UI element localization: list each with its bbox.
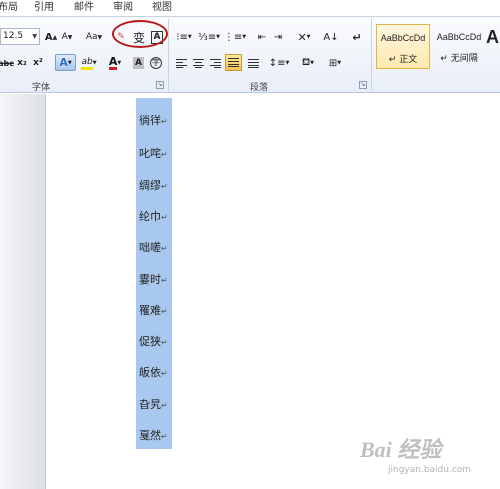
group-divider — [168, 19, 169, 91]
group-divider — [371, 19, 372, 91]
shading-button[interactable]: ⛾ ▼ — [297, 55, 319, 71]
distributed-button[interactable] — [246, 55, 261, 71]
indent-icon: ⇥ — [273, 31, 283, 43]
align-center-button[interactable] — [191, 55, 206, 71]
align-right-button[interactable] — [208, 55, 223, 71]
tab-view[interactable]: 视图 — [152, 1, 172, 15]
subscript-button[interactable]: x₂ — [16, 55, 28, 71]
justify-button[interactable] — [225, 54, 242, 71]
document-line: 叱咤↵ — [139, 147, 168, 160]
style-name: ↵ 正文 — [388, 55, 418, 65]
font-color-button[interactable]: A ▼ — [106, 55, 124, 71]
document-line: 戛然↵ — [139, 429, 168, 442]
enclose-characters-button[interactable]: 字 — [149, 55, 163, 71]
border-icon: ⊞ — [328, 57, 338, 69]
paragraph-dialog-launcher[interactable]: ↘ — [359, 81, 367, 89]
document-line: 罹难↵ — [139, 304, 168, 317]
character-shading-button[interactable]: A — [132, 55, 145, 71]
document-line: 咄嗟↵ — [139, 241, 168, 254]
grow-font-button[interactable]: A ▲ — [44, 29, 58, 45]
sort-icon: A↓ — [323, 31, 339, 43]
style-heading[interactable]: A — [486, 24, 500, 69]
document-line: 促狭↵ — [139, 335, 168, 348]
multilevel-list-icon: ⋮≡ — [223, 31, 243, 43]
style-no-spacing[interactable]: AaBbCcDd ↵ 无间隔 — [432, 24, 486, 69]
distributed-icon — [248, 58, 259, 68]
style-name: ↵ 无间隔 — [440, 54, 478, 64]
increase-indent-button[interactable]: ⇥ — [271, 29, 285, 45]
numbering-button[interactable]: ⅓≡ ▼ — [198, 29, 220, 45]
align-right-icon — [210, 58, 221, 68]
align-center-icon — [193, 58, 204, 68]
sort-button[interactable]: A↓ — [323, 29, 339, 45]
watermark-logo: Bai 经验 jingyan.baidu.com — [360, 437, 472, 475]
paint-bucket-icon: ⛾ — [301, 56, 311, 68]
highlight-color-button[interactable]: ab ▼ — [80, 55, 98, 71]
ribbon: 12.5 ▼ A ▲ A ▼ Aa ▼ ✎ 变 A abc x₂ x² A ▼ ab ▼ … — [0, 17, 500, 93]
strikethrough-button[interactable]: abc — [0, 55, 14, 71]
change-case-button[interactable]: Aa ▼ — [84, 29, 104, 45]
document-line: 绸缪↵ — [139, 179, 168, 192]
bullet-list-icon: ⁝≡ — [176, 31, 188, 43]
tab-mailings[interactable]: 邮件 — [74, 1, 94, 15]
line-spacing-icon: ↕≡ — [268, 57, 286, 69]
pilcrow-icon: ↵ — [352, 30, 362, 44]
document-line: 纶巾↵ — [139, 210, 168, 223]
chevron-down-icon: ▼ — [32, 33, 37, 40]
multilevel-list-button[interactable]: ⋮≡ ▼ — [224, 29, 246, 45]
font-size-value: 12.5 — [3, 31, 24, 41]
shrink-font-button[interactable]: A ▼ — [60, 29, 74, 45]
document-line: 皈依↵ — [139, 366, 168, 379]
document-line: 徜徉↵ — [139, 114, 168, 127]
font-dialog-launcher[interactable]: ↘ — [156, 81, 164, 89]
tab-layout[interactable]: 布局 — [0, 1, 18, 15]
paragraph-group-label: 段落 — [250, 83, 269, 93]
align-left-icon — [176, 58, 187, 68]
borders-button[interactable]: ⊞ ▼ — [324, 55, 346, 71]
line-spacing-button[interactable]: ↕≡ ▼ — [268, 55, 290, 71]
annotation-ellipse — [112, 20, 168, 48]
align-left-button[interactable] — [174, 55, 189, 71]
text-effects-button[interactable]: A ▼ — [55, 54, 76, 71]
document-line: 霎时↵ — [139, 273, 168, 286]
numbered-list-icon: ⅓≡ — [198, 31, 217, 43]
font-group-label: 字体 — [32, 83, 51, 93]
chinese-layout-button[interactable]: ✕ ▼ — [293, 29, 315, 45]
document-line: 旮旯↵ — [139, 398, 168, 411]
tab-review[interactable]: 审阅 — [113, 1, 133, 15]
style-normal[interactable]: AaBbCcDd ↵ 正文 — [376, 24, 430, 69]
left-margin-gutter — [0, 94, 46, 489]
font-size-box[interactable]: 12.5 ▼ — [0, 28, 40, 45]
show-marks-button[interactable]: ↵ — [350, 29, 364, 45]
menu-bar: 布局 引用 邮件 审阅 视图 — [0, 0, 500, 17]
document-page[interactable] — [47, 94, 500, 489]
justify-icon — [228, 58, 239, 67]
bullets-button[interactable]: ⁝≡ ▼ — [174, 29, 194, 45]
chinese-layout-icon: ✕ — [297, 30, 307, 44]
superscript-button[interactable]: x² — [32, 55, 44, 71]
tab-references[interactable]: 引用 — [34, 1, 54, 15]
outdent-icon: ⇤ — [257, 31, 267, 43]
decrease-indent-button[interactable]: ⇤ — [255, 29, 269, 45]
